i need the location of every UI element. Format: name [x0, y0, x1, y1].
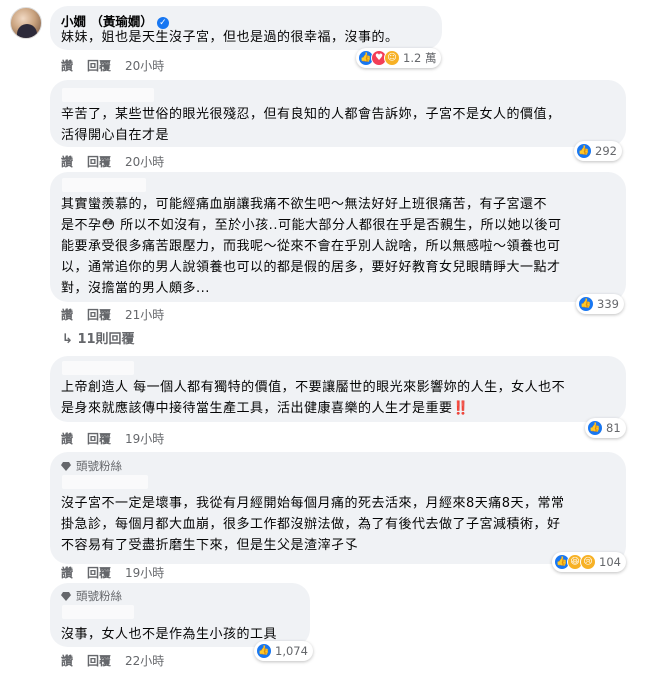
diamond-icon	[61, 462, 71, 471]
like-button[interactable]: 讚	[61, 566, 73, 580]
reactions-summary[interactable]: 👍 81	[585, 418, 626, 438]
hidden-author-name	[62, 178, 146, 192]
reply-button[interactable]: 回覆	[87, 308, 111, 322]
reply-arrow-icon: ↳	[62, 332, 73, 347]
like-button[interactable]: 讚	[61, 308, 73, 322]
like-icon: 👍	[587, 420, 603, 436]
reaction-count: 292	[595, 144, 617, 158]
hidden-author-name	[62, 605, 134, 619]
comment-line: 辛苦了，某些世俗的眼光很殘忍，但有良知的人都會告訴妳，子宮不是女人的價值，	[61, 107, 561, 122]
reply-button[interactable]: 回覆	[87, 59, 111, 73]
reactions-summary[interactable]: 👍 1,074	[254, 641, 313, 661]
reaction-count: 1,074	[275, 644, 308, 658]
comment-line: 沒子宮不一定是壞事，我從有月經開始每個月痛的死去活來，月經來8天痛8天，常常	[61, 496, 565, 511]
like-icon: 👍	[256, 643, 272, 659]
comment-line: 能要承受很多痛苦跟壓力，而我呢～從來不會在乎別人說啥，所以無感啦～領養也可	[61, 239, 561, 254]
badge-label: 頭號粉絲	[76, 589, 122, 603]
replies-count[interactable]: 11則回覆	[77, 332, 134, 347]
timestamp[interactable]: 22小時	[125, 654, 164, 668]
comment-line: 掛急診，每個月都大血崩，很多工作都沒辦法做，為了有後代去做了子宮減積術，好	[61, 517, 561, 532]
comment-line: 上帝創造人 每一個人都有獨特的價值，不要讓靨世的眼光來影響妳的人生，女人也不	[61, 380, 566, 395]
comment-line: 是不孕😳 所以不如沒有，至於小孩..可能大部分人都很在乎是否親生，所以她以後可	[61, 218, 562, 233]
reaction-count: 104	[599, 555, 621, 569]
comment-actions: 讚回覆 22小時	[61, 652, 178, 669]
reactions-summary[interactable]: 👍 292	[574, 141, 622, 161]
comment-line: 其實蠻羨慕的，可能經痛血崩讓我痛不欲生吧～無法好好上班很痛苦，有子宮還不	[61, 197, 548, 212]
top-fan-badge[interactable]: 頭號粉絲	[61, 458, 122, 474]
reply-button[interactable]: 回覆	[87, 566, 111, 580]
like-button[interactable]: 讚	[61, 155, 73, 169]
comment-line: 活得開心自在才是	[61, 128, 170, 143]
avatar[interactable]	[10, 7, 42, 39]
comment-text: 其實蠻羨慕的，可能經痛血崩讓我痛不欲生吧～無法好好上班很痛苦，有子宮還不 是不孕…	[61, 194, 561, 299]
reply-button[interactable]: 回覆	[87, 155, 111, 169]
timestamp[interactable]: 19小時	[125, 566, 164, 580]
reactions-summary[interactable]: 👍 339	[576, 294, 624, 314]
comment-actions: 讚回覆 19小時	[61, 564, 178, 581]
comment-line: 以，通常追你的男人說領養也可以的都是假的居多，要好好教育女兒眼睛睜大一點才	[61, 260, 561, 275]
reply-button[interactable]: 回覆	[87, 432, 111, 446]
hidden-author-name	[62, 475, 148, 489]
hidden-author-name	[62, 361, 134, 375]
comment-line: 不容易有了受盡折磨生下來，但是生父是渣滓孑孓	[61, 538, 359, 553]
like-button[interactable]: 讚	[61, 432, 73, 446]
comment-line: 是身來就應該傳中接待當生產工具，活出健康喜樂的人生才是重要	[61, 401, 453, 416]
comment-text: 妹妹，姐也是天生沒子宮，但也是過的很幸福，沒事的。	[61, 30, 399, 45]
comment-text: 辛苦了，某些世俗的眼光很殘忍，但有良知的人都會告訴妳，子宮不是女人的價值， 活得…	[61, 104, 561, 146]
timestamp[interactable]: 20小時	[125, 155, 164, 169]
reactions-summary[interactable]: 👍 😆 😢 104	[552, 552, 626, 572]
reply-button[interactable]: 回覆	[87, 654, 111, 668]
view-replies-link[interactable]: ↳ 11則回覆	[62, 328, 135, 347]
reaction-count: 339	[597, 297, 619, 311]
reaction-count: 81	[606, 421, 621, 435]
comment-actions: 讚回覆 20小時	[61, 153, 178, 170]
care-icon: ☺	[384, 50, 400, 66]
comment-text: 沒子宮不一定是壞事，我從有月經開始每個月痛的死去活來，月經來8天痛8天，常常 掛…	[61, 493, 565, 556]
badge-label: 頭號粉絲	[76, 459, 122, 473]
top-fan-badge[interactable]: 頭號粉絲	[61, 588, 122, 604]
timestamp[interactable]: 21小時	[125, 308, 164, 322]
like-button[interactable]: 讚	[61, 654, 73, 668]
comment-actions: 讚回覆 19小時	[61, 430, 178, 447]
comment-actions: 讚回覆 21小時	[61, 306, 178, 323]
like-icon: 👍	[578, 296, 594, 312]
comment-actions: 讚回覆 20小時	[61, 57, 178, 74]
hidden-author-name	[62, 88, 154, 102]
timestamp[interactable]: 19小時	[125, 432, 164, 446]
like-icon: 👍	[576, 143, 592, 159]
reaction-count: 1.2 萬	[403, 51, 437, 65]
sad-icon: 😢	[580, 554, 596, 570]
comment-text: 沒事，女人也不是作為生小孩的工具	[61, 627, 278, 642]
comment-line: 對，沒擔當的男人頗多...	[61, 281, 210, 296]
reactions-summary[interactable]: 👍 ♥ ☺ 1.2 萬	[356, 48, 442, 68]
diamond-icon	[61, 592, 71, 601]
comment-text: 上帝創造人 每一個人都有獨特的價值，不要讓靨世的眼光來影響妳的人生，女人也不 是…	[61, 377, 565, 419]
double-exclamation-icon: ‼️	[452, 401, 470, 416]
timestamp[interactable]: 20小時	[125, 59, 164, 73]
like-button[interactable]: 讚	[61, 59, 73, 73]
